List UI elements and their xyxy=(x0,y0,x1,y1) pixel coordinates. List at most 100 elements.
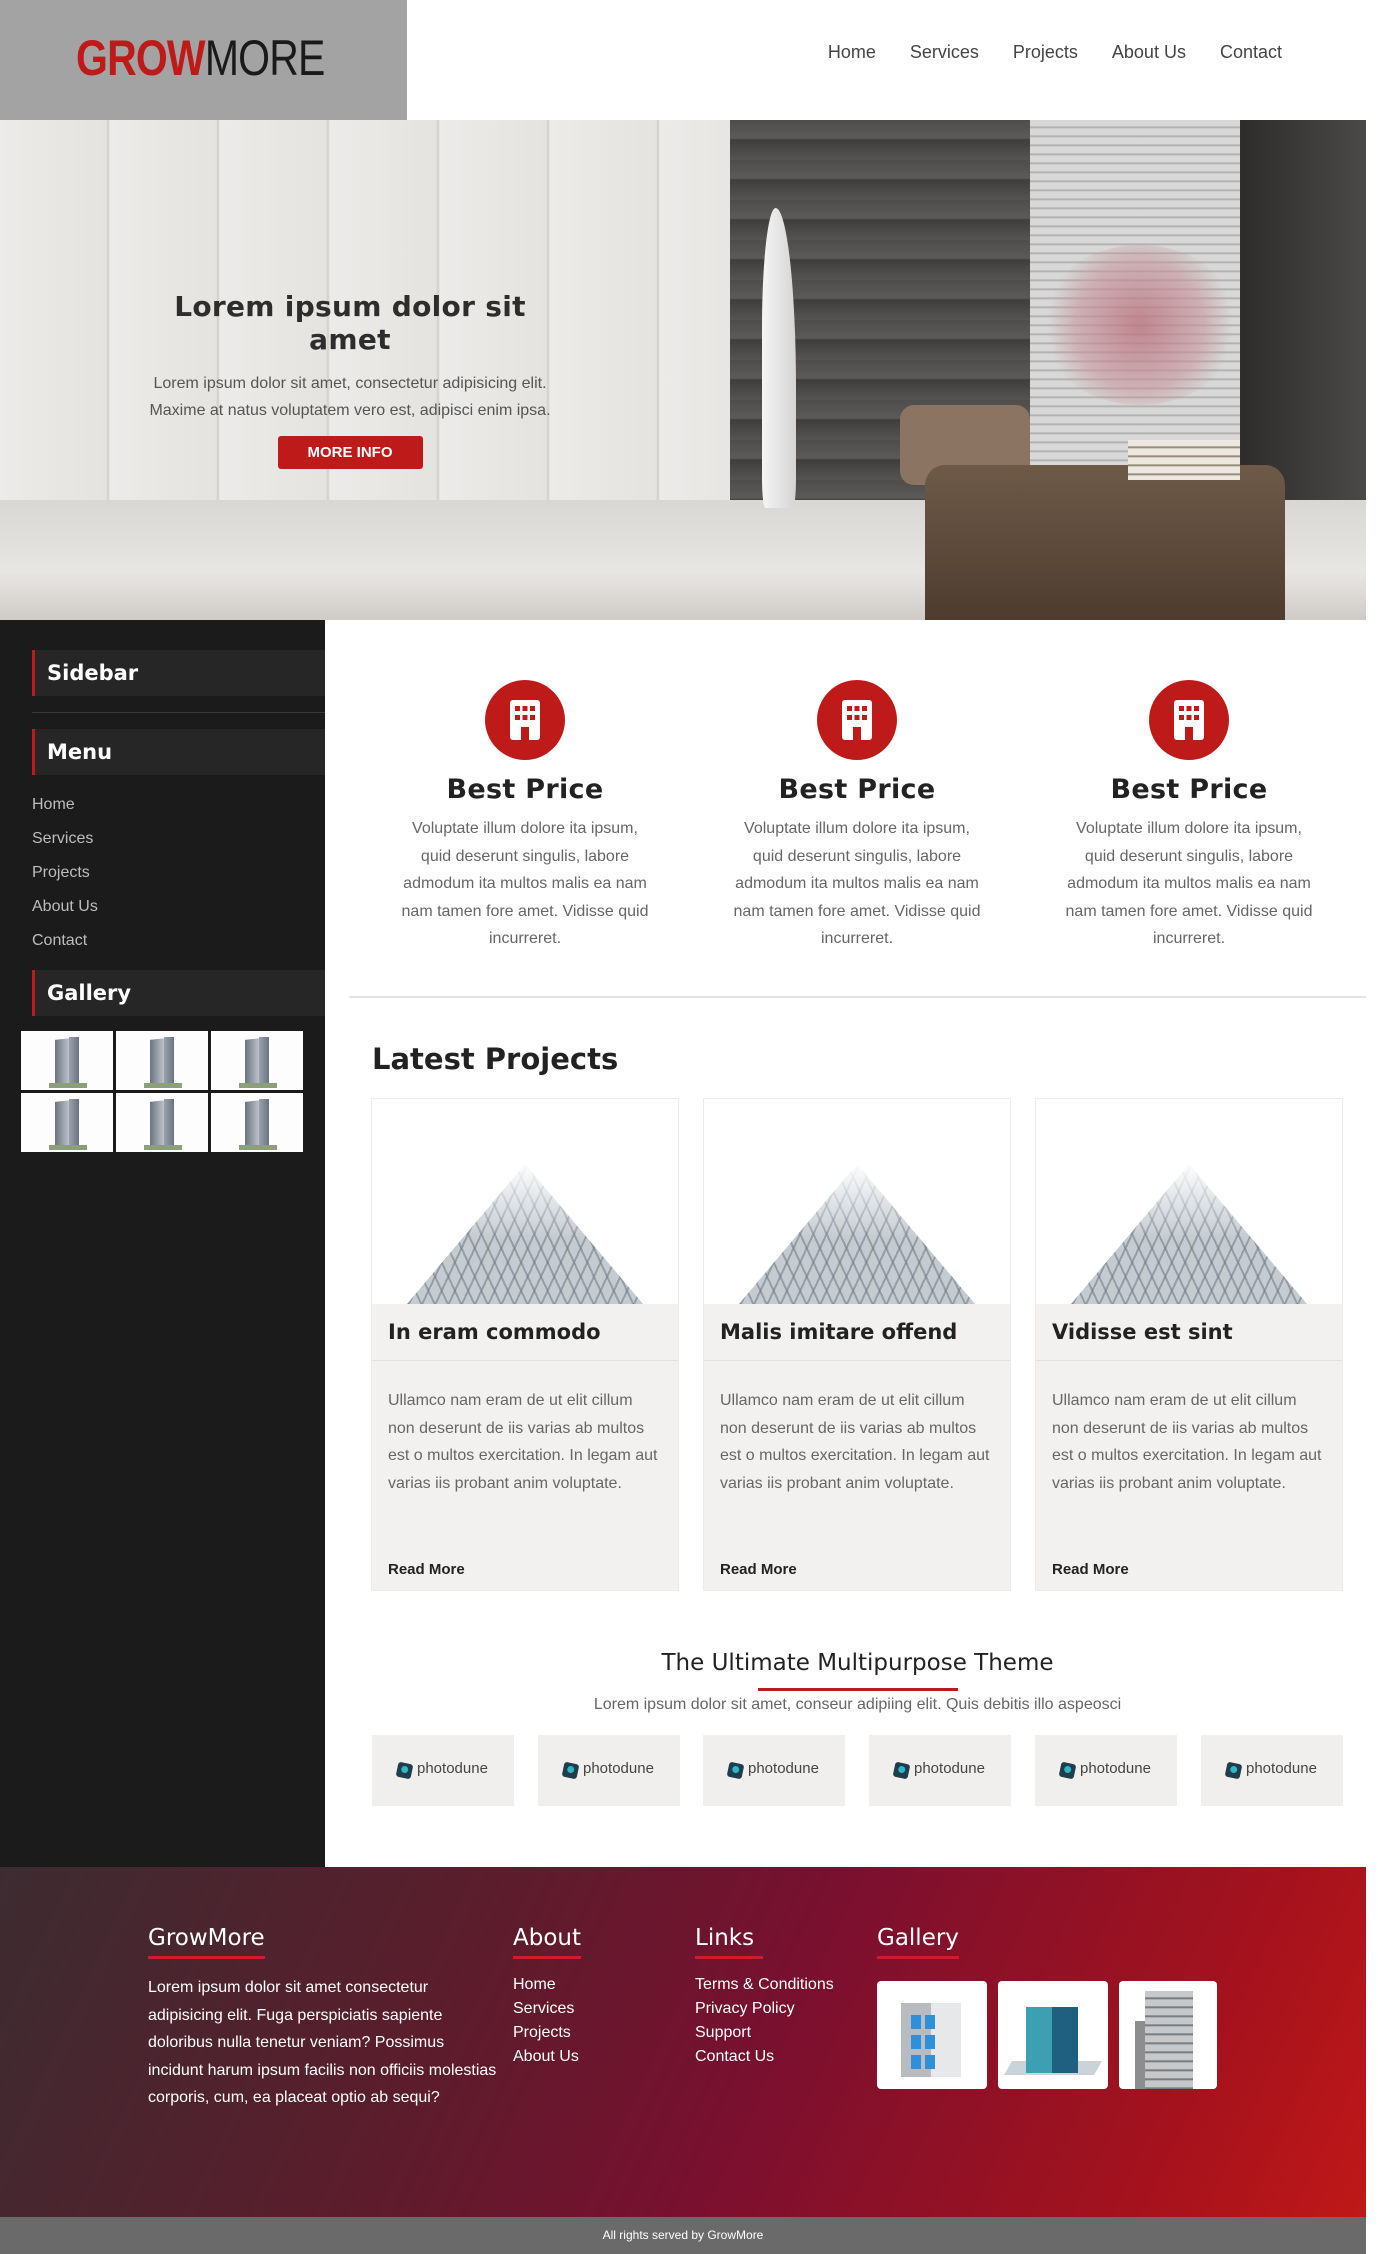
copyright-text: All rights served by GrowMore xyxy=(602,2228,764,2242)
hero-table xyxy=(925,465,1285,620)
feature-card: Best Price Voluptate illum dolore ita ip… xyxy=(1049,680,1329,953)
gallery-thumb[interactable] xyxy=(211,1031,303,1090)
photodune-icon xyxy=(726,1761,745,1780)
project-image[interactable] xyxy=(1036,1099,1342,1304)
footer-link-about-us[interactable]: About Us xyxy=(513,2045,581,2069)
footer-link-contact[interactable]: Contact Us xyxy=(695,2045,834,2069)
sidebar-item-projects[interactable]: Projects xyxy=(32,856,98,890)
sidebar-heading: Sidebar xyxy=(32,650,325,696)
read-more-link[interactable]: Read More xyxy=(704,1561,1010,1578)
partner-name: photodune xyxy=(417,1760,488,1777)
footer-gallery-heading: Gallery xyxy=(877,1925,959,1959)
latest-projects-title: Latest Projects xyxy=(372,1042,619,1076)
footer-links-heading: Links xyxy=(695,1925,764,1959)
footer-about-links: About Home Services Projects About Us xyxy=(513,1925,582,2069)
project-text: Ullamco nam eram de ut elit cillum non d… xyxy=(1052,1392,1322,1492)
footer-link-projects[interactable]: Projects xyxy=(513,2021,581,2045)
main-nav: Home Services Projects About Us Contact xyxy=(828,42,1282,63)
partner-logo[interactable]: photodune xyxy=(372,1735,514,1806)
gallery-thumb[interactable] xyxy=(211,1093,303,1152)
feature-card: Best Price Voluptate illum dolore ita ip… xyxy=(385,680,665,953)
feature-text: Voluptate illum dolore ita ipsum, quid d… xyxy=(401,820,649,947)
photodune-icon xyxy=(892,1761,911,1780)
sidebar-menu-heading: Menu xyxy=(32,729,325,775)
project-title: In eram commodo xyxy=(372,1304,678,1361)
footer-link-support[interactable]: Support xyxy=(695,2021,834,2045)
sidebar-divider xyxy=(32,712,325,713)
feature-text: Voluptate illum dolore ita ipsum, quid d… xyxy=(733,820,981,947)
gallery-thumb[interactable] xyxy=(116,1031,208,1090)
footer-about-column: GrowMore Lorem ipsum dolor sit amet cons… xyxy=(148,1925,498,2112)
footer-gallery-image[interactable] xyxy=(998,1981,1108,2089)
sidebar-item-contact[interactable]: Contact xyxy=(32,924,98,958)
hero-banner: Lorem ipsum dolor sit amet Lorem ipsum d… xyxy=(0,120,1366,620)
project-title: Malis imitare offend xyxy=(704,1304,1010,1361)
photodune-icon xyxy=(561,1761,580,1780)
building-icon xyxy=(817,680,897,760)
partner-name: photodune xyxy=(1080,1760,1151,1777)
copyright-bar: All rights served by GrowMore xyxy=(0,2217,1366,2254)
footer-links-column: Links Terms & Conditions Privacy Policy … xyxy=(695,1925,834,2069)
hero-tree-decor xyxy=(1040,245,1240,405)
project-image[interactable] xyxy=(372,1099,678,1304)
theme-title: The Ultimate Multipurpose Theme xyxy=(661,1650,1054,1676)
partner-logo[interactable]: photodune xyxy=(869,1735,1011,1806)
sidebar-gallery-heading: Gallery xyxy=(32,970,325,1016)
footer-brand-text: Lorem ipsum dolor sit amet consectetur a… xyxy=(148,1979,497,2106)
footer-gallery-column: Gallery xyxy=(877,1925,959,1959)
photodune-icon xyxy=(1058,1761,1077,1780)
gallery-thumb[interactable] xyxy=(21,1031,113,1090)
gallery-thumb[interactable] xyxy=(21,1093,113,1152)
sidebar-item-about-us[interactable]: About Us xyxy=(32,890,98,924)
feature-card: Best Price Voluptate illum dolore ita ip… xyxy=(717,680,997,953)
feature-title: Best Price xyxy=(778,774,936,805)
more-info-button[interactable]: MORE INFO xyxy=(277,436,423,469)
partner-logo[interactable]: photodune xyxy=(703,1735,845,1806)
gallery-thumb[interactable] xyxy=(116,1093,208,1152)
logo-grow: GROW xyxy=(76,30,206,86)
footer-gallery-image[interactable] xyxy=(1119,1981,1217,2089)
footer-about-list: Home Services Projects About Us xyxy=(513,1973,581,2069)
building-icon xyxy=(1149,680,1229,760)
read-more-link[interactable]: Read More xyxy=(372,1561,678,1578)
logo-panel: GROWMORE xyxy=(0,0,407,120)
sidebar-menu: Home Services Projects About Us Contact xyxy=(32,788,98,958)
building-icon xyxy=(485,680,565,760)
hero-subtitle-line2: Maxime at natus voluptatem vero est, adi… xyxy=(149,402,551,419)
project-text: Ullamco nam eram de ut elit cillum non d… xyxy=(388,1392,658,1492)
footer-link-home[interactable]: Home xyxy=(513,1973,581,1997)
nav-contact[interactable]: Contact xyxy=(1220,42,1282,63)
nav-home[interactable]: Home xyxy=(828,42,876,63)
hero-title: Lorem ipsum dolor sit amet xyxy=(174,290,526,356)
project-title: Vidisse est sint xyxy=(1036,1304,1342,1361)
project-card: Vidisse est sint Ullamco nam eram de ut … xyxy=(1035,1098,1343,1591)
project-image[interactable] xyxy=(704,1099,1010,1304)
read-more-link[interactable]: Read More xyxy=(1036,1561,1342,1578)
sidebar-item-home[interactable]: Home xyxy=(32,788,98,822)
feature-title: Best Price xyxy=(446,774,604,805)
project-card: Malis imitare offend Ullamco nam eram de… xyxy=(703,1098,1011,1591)
partner-logo[interactable]: photodune xyxy=(1201,1735,1343,1806)
theme-title-underline xyxy=(758,1688,958,1691)
hero-subtitle: Lorem ipsum dolor sit amet, consectetur … xyxy=(130,370,570,424)
hero-books xyxy=(1128,440,1240,480)
section-divider xyxy=(349,996,1366,998)
footer-link-services[interactable]: Services xyxy=(513,1997,581,2021)
footer-link-privacy[interactable]: Privacy Policy xyxy=(695,1997,834,2021)
partner-logo[interactable]: photodune xyxy=(1035,1735,1177,1806)
feature-title: Best Price xyxy=(1110,774,1268,805)
footer-link-terms[interactable]: Terms & Conditions xyxy=(695,1973,834,1997)
theme-subtitle: Lorem ipsum dolor sit amet, conseur adip… xyxy=(593,1696,1122,1713)
partner-logo[interactable]: photodune xyxy=(538,1735,680,1806)
site-logo[interactable]: GROWMORE xyxy=(76,28,325,88)
footer-about-heading: About xyxy=(513,1925,582,1959)
footer-gallery-image[interactable] xyxy=(877,1981,987,2089)
nav-projects[interactable]: Projects xyxy=(1013,42,1078,63)
logo-more: MORE xyxy=(204,30,326,86)
sidebar-item-services[interactable]: Services xyxy=(32,822,98,856)
nav-about-us[interactable]: About Us xyxy=(1112,42,1186,63)
nav-services[interactable]: Services xyxy=(910,42,979,63)
footer-links-list: Terms & Conditions Privacy Policy Suppor… xyxy=(695,1973,834,2069)
site-header: GROWMORE Home Services Projects About Us… xyxy=(0,0,1378,120)
feature-text: Voluptate illum dolore ita ipsum, quid d… xyxy=(1065,820,1313,947)
